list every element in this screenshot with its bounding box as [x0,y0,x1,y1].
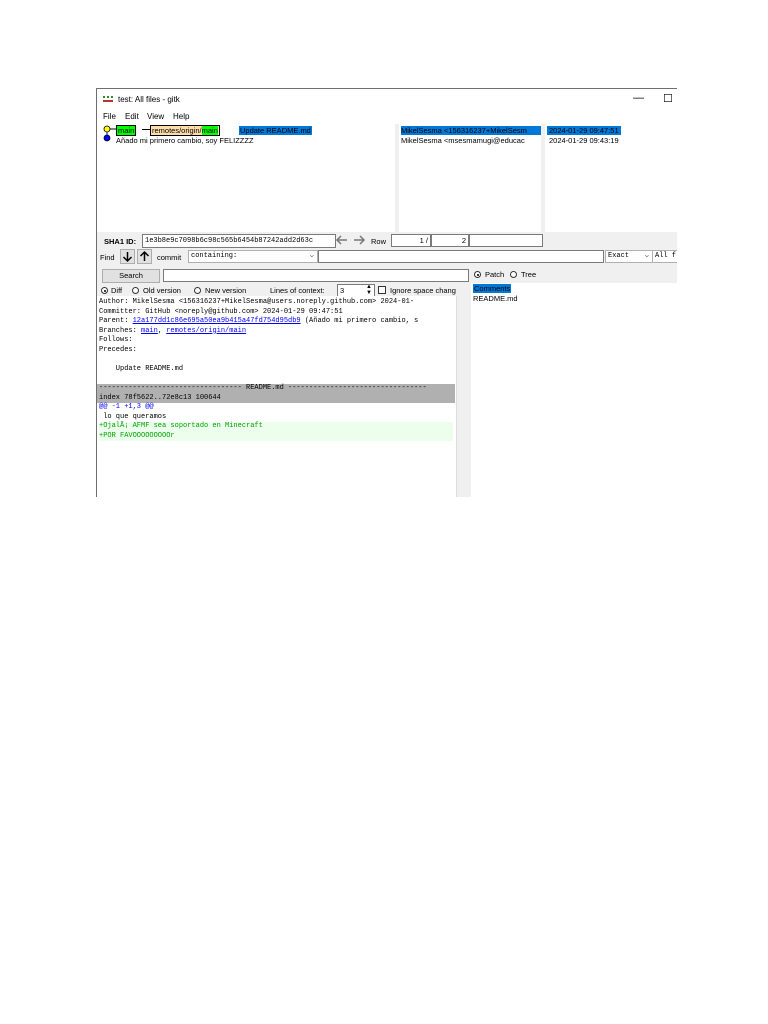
menu-bar: File Edit View Help [97,111,677,124]
row-label: Row [371,237,387,246]
diff-file-header: ---------------------------------- READM… [97,384,455,394]
title-bar: test: All files - gitk — ☐ [97,89,677,111]
new-version-radio[interactable] [194,287,201,294]
patch-label: Patch [485,270,505,279]
committer-line: Committer: GitHub <noreply@github.com> 2… [99,307,343,316]
patch-radio[interactable] [474,271,481,278]
commit-message: Update README.md [99,364,184,373]
branches-label: Branches: [99,326,142,335]
branch-separator: , [157,326,167,335]
ignore-space-label: Ignore space chang [390,286,456,295]
remote-branch-tag[interactable]: remotes/origin/main [150,125,220,136]
find-down-arrow-icon[interactable] [120,249,135,264]
lines-of-context-label: Lines of context: [270,286,325,295]
remote-branch-name: main [201,126,218,135]
menu-file[interactable]: File [103,112,116,121]
branch-link-remote[interactable]: remotes/origin/main [166,327,246,335]
find-match-select[interactable]: Exact ⌵ [605,250,653,263]
remote-prefix: remotes/origin/ [152,126,202,135]
tree-label: Tree [521,270,537,279]
chevron-down-icon: ⌵ [309,252,314,260]
tag-connector [142,129,150,130]
commit-subject-selected[interactable]: Update README.md [239,126,312,135]
commit-author[interactable]: MikelSesma <msesmamugi@educac [401,136,525,145]
maximize-button[interactable]: ☐ [663,92,673,105]
search-button[interactable]: Search [102,269,160,283]
commit-details-pane[interactable]: Author: MikelSesma <156316237+MikelSesma… [97,296,456,497]
progress-field [469,234,543,247]
follows-line: Follows: [99,336,133,344]
date-pane[interactable]: 2024-01-29 09:47:51 2024-01-29 09:43:19 [545,124,677,232]
find-mode-select[interactable]: containing: ⌵ [188,250,318,263]
chevron-down-icon: ⌵ [644,252,649,260]
old-version-label: Old version [143,286,181,295]
parent-sha-link[interactable]: 12a177dd1c86e695a50ea9b415a47fd754d95db9 [133,317,301,325]
find-match-value: Exact [608,252,630,260]
find-fields-select[interactable]: All f [652,250,677,263]
menu-view[interactable]: View [147,112,164,121]
spinner-arrows-icon[interactable]: ▲ ▼ [366,285,372,296]
row-current-field: 1 / [391,234,431,247]
diff-added-line: +OjalÃ¡ AFMF sea soportado en Minecraft [99,422,453,432]
diff-index-line: index 78f5622..72e8c13 100644 [97,393,455,403]
find-mode-value: containing: [191,252,238,260]
find-type-label[interactable]: commit [157,253,181,262]
comments-item[interactable]: Comments [473,284,512,293]
forward-arrow-icon[interactable] [352,234,366,246]
row-total-field: 2 [431,234,469,247]
diff-context-line: lo que queramos [99,412,167,421]
find-up-arrow-icon[interactable] [137,249,152,264]
diff-label: Diff [111,286,123,295]
search-input[interactable] [163,269,469,282]
lines-of-context-value: 3 [340,286,345,295]
minimize-button[interactable]: — [633,92,644,104]
branch-link-main[interactable]: main [141,327,158,335]
commit-graph-pane[interactable]: main remotes/origin/main Update README.m… [97,124,395,232]
commit-date[interactable]: 2024-01-29 09:43:19 [549,136,619,145]
diff-hunk-header: @@ -1 +1,3 @@ [99,403,154,411]
back-arrow-icon[interactable] [335,234,349,246]
diff-added-line: +POR FAVOOOOOOOOOr [99,431,453,441]
tree-radio[interactable] [510,271,517,278]
parent-desc: (Añado mi primero cambio, s [300,317,419,325]
branch-tag-main[interactable]: main [116,125,137,136]
commit-subject[interactable]: Añado mi primero cambio, soy FELIZZZZ [116,136,254,145]
details-scrollbar[interactable] [456,296,471,497]
file-list-pane[interactable]: Comments README.md [471,283,677,497]
parent-line: Parent: 12a177dd1c86e695a50ea9b415a47fd7… [99,317,418,327]
commit-node-head[interactable] [103,125,111,133]
new-version-label: New version [205,286,247,295]
window-title: test: All files - gitk [118,95,180,104]
commit-date-selected[interactable]: 2024-01-29 09:47:51 [547,126,621,135]
author-pane[interactable]: MikelSesma <156316237+MikelSesm MikelSes… [399,124,541,232]
ignore-space-checkbox[interactable] [378,286,386,294]
parent-label: Parent: [99,317,133,325]
commit-author-selected[interactable]: MikelSesma <156316237+MikelSesm [401,126,541,135]
diff-radio[interactable] [101,287,108,294]
menu-edit[interactable]: Edit [125,112,139,121]
gitk-window: test: All files - gitk — ☐ File Edit Vie… [96,88,677,497]
sha1-field[interactable]: 1e3b8e9c7098b6c98c565b6454b87242add2d63c [142,234,336,248]
old-version-radio[interactable] [132,287,139,294]
author-line: Author: MikelSesma <156316237+MikelSesma… [99,298,415,306]
branches-line: Branches: main, remotes/origin/main [99,327,246,337]
find-input[interactable] [318,250,604,263]
file-item-readme[interactable]: README.md [473,294,518,303]
menu-help[interactable]: Help [173,112,189,121]
gitk-app-icon [103,96,113,102]
commit-node[interactable] [103,134,111,142]
find-label: Find [100,253,115,262]
sha1-label: SHA1 ID: [104,237,137,246]
precedes-line: Precedes: [99,345,137,354]
